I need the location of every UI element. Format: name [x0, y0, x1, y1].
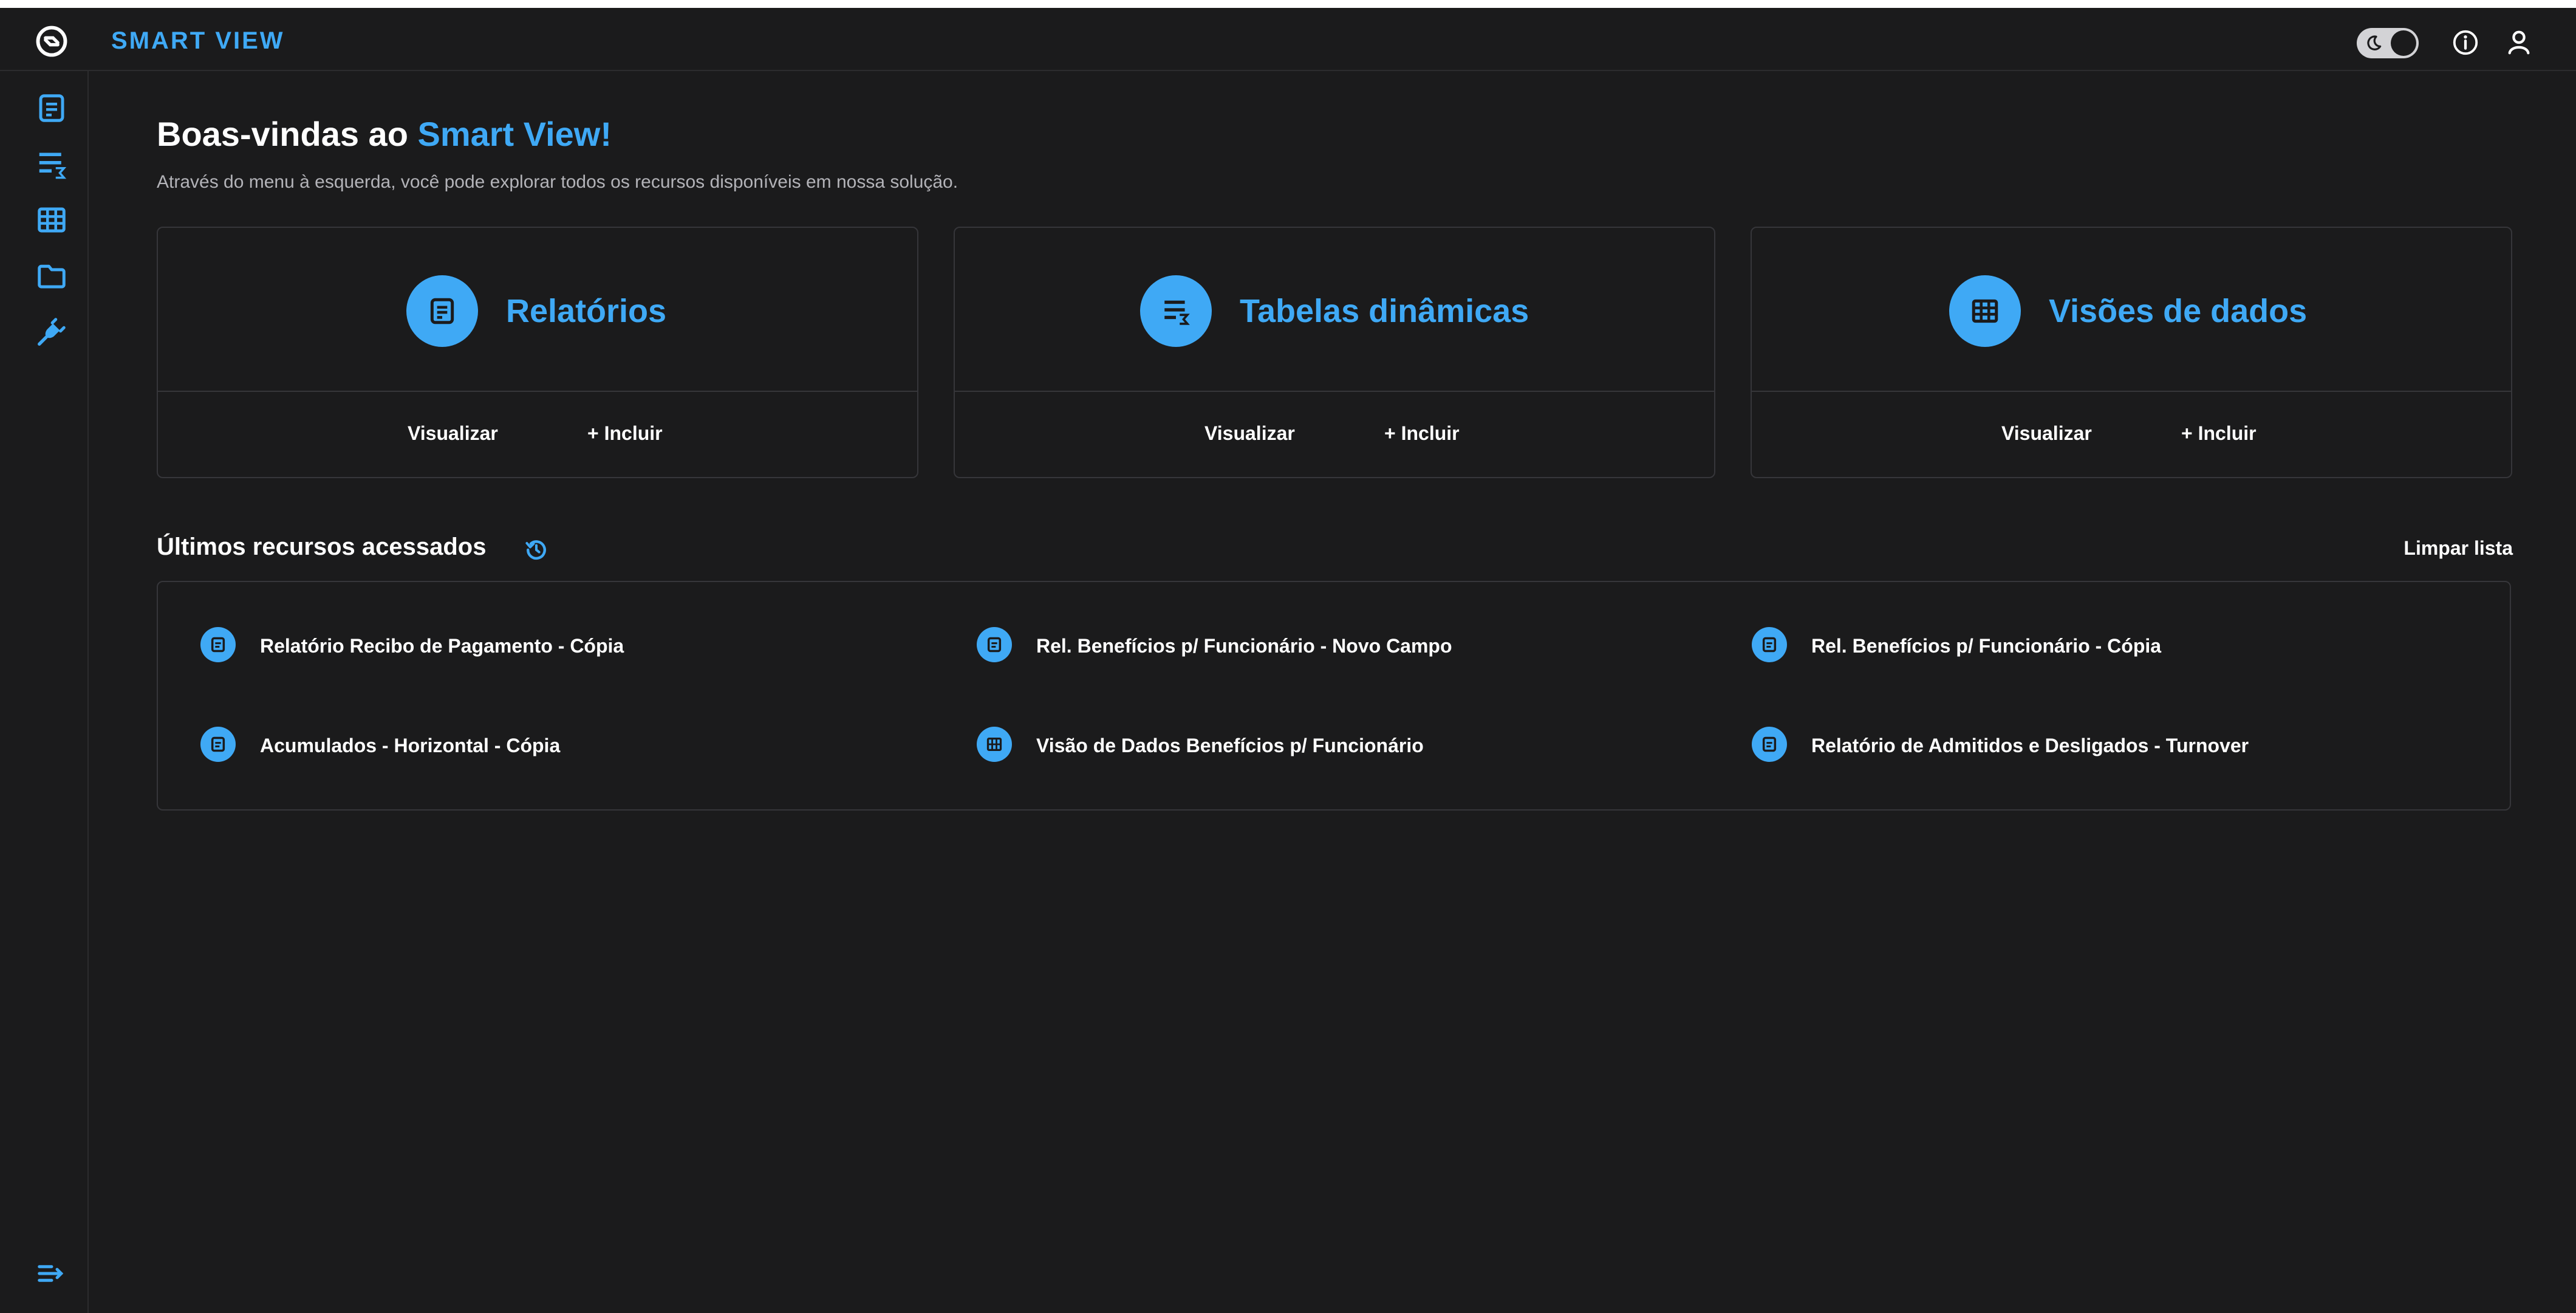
sidebar [0, 71, 89, 1313]
expand-menu-icon[interactable] [35, 1257, 68, 1290]
app-brand: SMART VIEW [111, 27, 285, 54]
add-data-view-button[interactable]: + Incluir [2181, 422, 2257, 445]
card-pivot-tables: Tabelas dinâmicas Visualizar + Incluir [954, 227, 1715, 478]
pivot-table-icon [1140, 275, 1212, 347]
sidebar-item-folders[interactable] [35, 259, 68, 292]
report-icon [200, 727, 236, 762]
recent-list: Relatório Recibo de Pagamento - Cópia Re… [157, 581, 2511, 811]
page-title: Boas-vindas ao Smart View! [157, 114, 612, 154]
theme-toggle[interactable] [2357, 28, 2419, 58]
report-icon [977, 627, 1012, 662]
add-report-button[interactable]: + Incluir [587, 422, 663, 445]
view-pivot-tables-button[interactable]: Visualizar [1204, 422, 1295, 445]
title-highlight: Smart View! [417, 115, 612, 153]
report-icon [200, 627, 236, 662]
view-reports-button[interactable]: Visualizar [408, 422, 498, 445]
list-item-label: Relatório de Admitidos e Desligados - Tu… [1811, 735, 2249, 756]
card-title[interactable]: Relatórios [506, 289, 666, 333]
info-icon[interactable] [2451, 29, 2479, 57]
card-actions: Visualizar + Incluir [158, 392, 917, 478]
data-grid-icon [977, 727, 1012, 762]
list-item-label: Rel. Benefícios p/ Funcionário - Novo Ca… [1036, 635, 1452, 657]
user-icon[interactable] [2505, 29, 2533, 57]
toggle-knob [2391, 30, 2416, 56]
view-data-views-button[interactable]: Visualizar [2001, 422, 2092, 445]
title-prefix: Boas-vindas ao [157, 115, 418, 153]
list-item-label: Rel. Benefícios p/ Funcionário - Cópia [1811, 635, 2162, 657]
sidebar-item-pivot-tables[interactable] [35, 148, 68, 180]
report-icon [406, 275, 478, 347]
screen-frame: SMART VIEW Boas-vindas ao Smart View! At… [0, 0, 2576, 1313]
smart-view-app: SMART VIEW Boas-vindas ao Smart View! At… [0, 8, 2576, 1313]
sidebar-item-reports[interactable] [35, 92, 68, 125]
smart-view-logo-icon[interactable] [35, 25, 68, 58]
report-icon [1752, 627, 1787, 662]
card-header: Visões de dados [1752, 228, 2511, 392]
clear-list-button[interactable]: Limpar lista [2403, 537, 2513, 560]
history-icon[interactable] [523, 537, 550, 563]
card-title[interactable]: Visões de dados [2049, 289, 2307, 333]
card-header: Tabelas dinâmicas [955, 228, 1714, 392]
list-item-label: Relatório Recibo de Pagamento - Cópia [260, 635, 624, 657]
top-bar: SMART VIEW [0, 8, 2576, 71]
recent-section-title: Últimos recursos acessados [157, 533, 487, 560]
card-actions: Visualizar + Incluir [1752, 392, 2511, 478]
report-icon [1752, 727, 1787, 762]
card-header: Relatórios [158, 228, 917, 392]
sidebar-item-data-views[interactable] [35, 204, 68, 236]
list-item-label: Visão de Dados Benefícios p/ Funcionário [1036, 735, 1424, 756]
card-actions: Visualizar + Incluir [955, 392, 1714, 478]
card-title[interactable]: Tabelas dinâmicas [1240, 289, 1529, 333]
card-reports: Relatórios Visualizar + Incluir [157, 227, 918, 478]
list-item-label: Acumulados - Horizontal - Cópia [260, 735, 561, 756]
page-subtitle: Através do menu à esquerda, você pode ex… [157, 172, 958, 192]
sidebar-item-connections[interactable] [35, 315, 68, 348]
add-pivot-table-button[interactable]: + Incluir [1384, 422, 1460, 445]
moon-icon [2367, 35, 2382, 50]
data-grid-icon [1949, 275, 2021, 347]
card-data-views: Visões de dados Visualizar + Incluir [1751, 227, 2512, 478]
